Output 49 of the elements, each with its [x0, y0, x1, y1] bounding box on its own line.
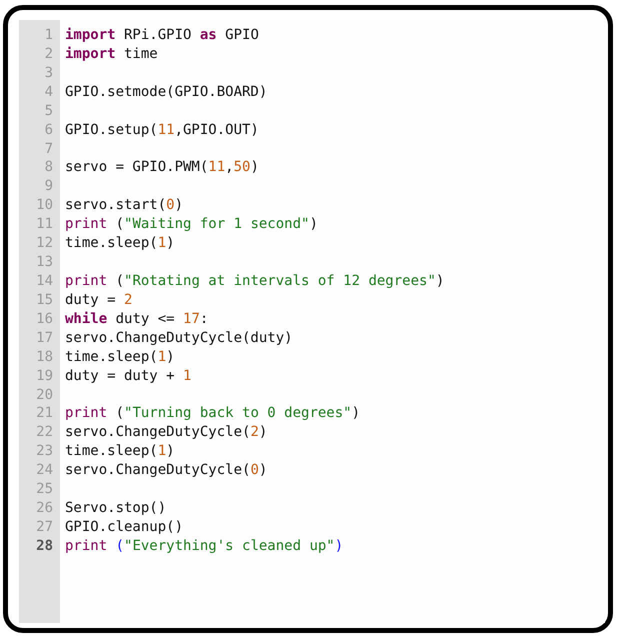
- code-line: servo.ChangeDutyCycle(duty): [65, 330, 293, 346]
- line-number: 21: [35, 404, 54, 424]
- code-line: GPIO.setmode(GPIO.BOARD): [65, 84, 268, 100]
- line-number: 25: [35, 480, 54, 500]
- line-number: 17: [35, 328, 54, 348]
- code-line: print ("Turning back to 0 degrees"): [65, 405, 360, 422]
- line-number: 9: [44, 177, 54, 196]
- line-number: 18: [35, 348, 54, 367]
- line-number: 12: [35, 234, 54, 254]
- code-line: time.sleep(1): [65, 443, 175, 460]
- line-number: 22: [35, 423, 54, 442]
- code-line: GPIO.setup(11,GPIO.OUT): [65, 122, 259, 138]
- line-number: 1: [44, 26, 54, 45]
- code-line: servo.start(0): [65, 197, 184, 214]
- code-line: duty = duty + 1: [65, 368, 192, 384]
- line-number: 26: [35, 499, 54, 518]
- code-line: time.sleep(1): [65, 235, 175, 252]
- line-number: 14: [35, 272, 54, 291]
- line-number: 27: [35, 518, 54, 537]
- code-line: print ("Everything's cleaned up"): [65, 538, 344, 554]
- line-number: 4: [44, 82, 54, 102]
- line-number: 6: [44, 120, 54, 140]
- line-number: 13: [35, 253, 54, 272]
- code-line: servo = GPIO.PWM(11,50): [65, 159, 259, 176]
- line-number: 28: [35, 536, 54, 556]
- line-number: 7: [44, 140, 54, 158]
- line-number: 8: [44, 158, 54, 178]
- line-number: 15: [35, 290, 54, 310]
- code-line: servo.ChangeDutyCycle(2): [65, 424, 268, 440]
- line-number: 3: [44, 64, 54, 83]
- code-line: time.sleep(1): [65, 348, 175, 365]
- code-line: duty = 2: [65, 292, 132, 308]
- code-line: while duty <= 17:: [65, 310, 208, 327]
- line-number: 5: [44, 102, 54, 121]
- code-line: import RPi.GPIO as GPIO: [65, 27, 259, 43]
- code-line: Servo.stop(): [65, 500, 166, 516]
- line-number: 2: [44, 44, 54, 64]
- code-line: print ("Rotating at intervals of 12 degrees"): [65, 272, 444, 289]
- line-number: 19: [35, 366, 54, 386]
- line-number: 11: [35, 215, 54, 234]
- line-number: 23: [35, 442, 54, 462]
- line-number: 10: [35, 196, 54, 216]
- code-line: servo.ChangeDutyCycle(0): [65, 462, 268, 478]
- code-line: print ("Waiting for 1 second"): [65, 216, 318, 232]
- code-line: import time: [65, 46, 158, 62]
- code-line: GPIO.cleanup(): [65, 518, 184, 535]
- line-number: 24: [35, 461, 54, 480]
- line-number: 20: [35, 386, 54, 404]
- line-number: 16: [35, 310, 54, 329]
